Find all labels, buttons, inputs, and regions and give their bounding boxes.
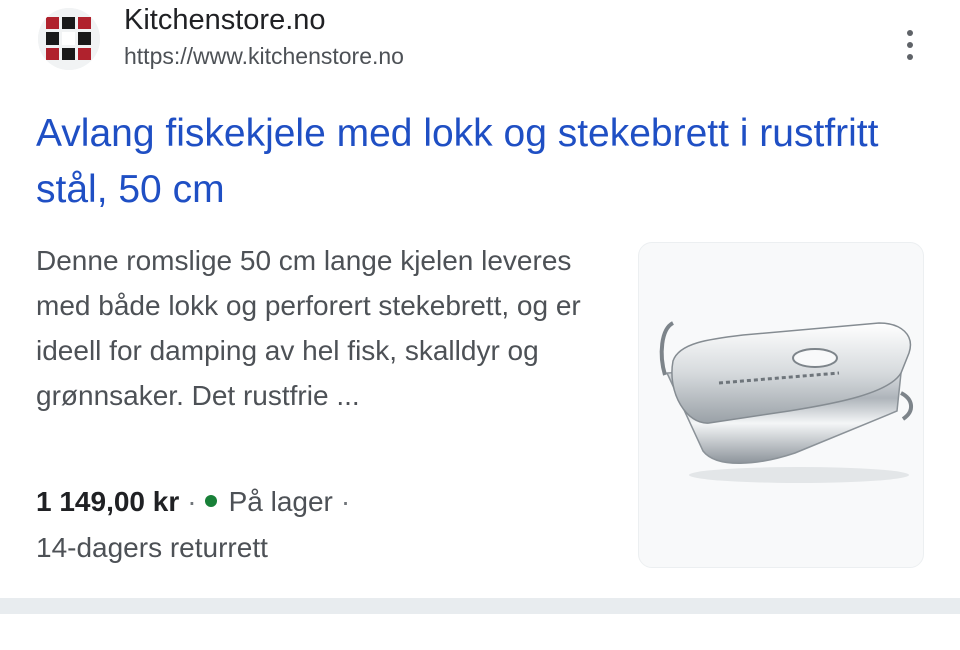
separator: · [340, 486, 351, 517]
site-name[interactable]: Kitchenstore.no [124, 4, 326, 36]
stock-status: På lager [228, 486, 333, 517]
price: 1 149,00 kr [36, 486, 180, 517]
kitchenstore-logo-icon[interactable] [38, 8, 100, 70]
result-title-link[interactable]: Avlang fiskekjele med lokk og stekebrett… [36, 106, 896, 218]
separator: · [187, 486, 197, 517]
result-divider [0, 598, 960, 614]
more-vert-icon[interactable] [894, 26, 926, 64]
result-snippet: Denne romslige 50 cm lange kjelen levere… [36, 245, 581, 411]
product-thumbnail[interactable] [638, 242, 924, 568]
site-url[interactable]: https://www.kitchenstore.no [124, 42, 404, 70]
in-stock-dot-icon [204, 494, 217, 507]
fish-kettle-image [659, 321, 913, 483]
return-policy: 14-dagers returrett [36, 532, 268, 563]
product-meta: 1 149,00 kr · På lager · [36, 482, 358, 522]
search-result: Kitchenstore.no https://www.kitchenstore… [0, 0, 960, 598]
